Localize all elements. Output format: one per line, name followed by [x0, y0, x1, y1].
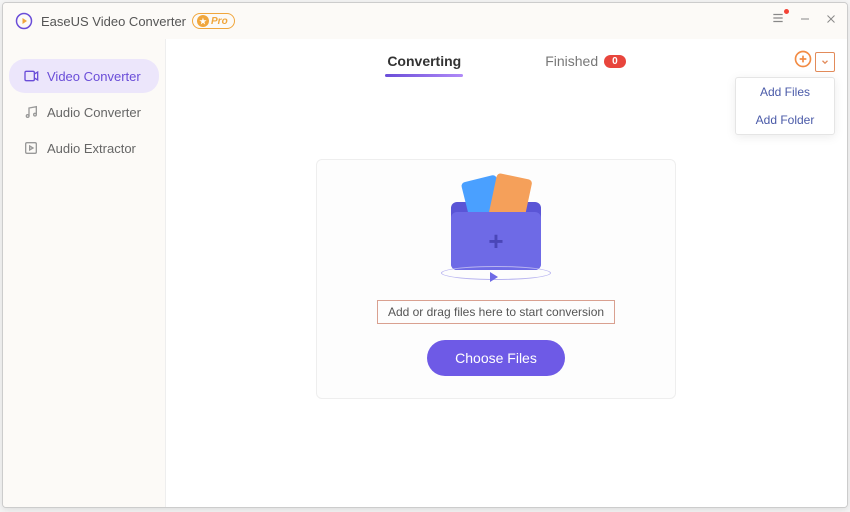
titlebar: EaseUS Video Converter ★ Pro [3, 3, 847, 39]
dropzone-hint: Add or drag files here to start conversi… [377, 300, 615, 324]
tab-label: Converting [387, 53, 461, 69]
menu-icon[interactable] [771, 11, 785, 28]
finished-count-badge: 0 [604, 55, 626, 68]
dropdown-item-add-folder[interactable]: Add Folder [736, 106, 834, 134]
sidebar-item-audio-converter[interactable]: Audio Converter [9, 95, 159, 129]
add-dropdown-menu: Add Files Add Folder [735, 77, 835, 135]
sidebar-item-label: Audio Extractor [47, 141, 136, 156]
sidebar-item-audio-extractor[interactable]: Audio Extractor [9, 131, 159, 165]
tab-converting[interactable]: Converting [385, 43, 463, 79]
body: Video Converter Audio Converter Audio Ex… [3, 39, 847, 507]
notification-dot-icon [784, 9, 789, 14]
app-title: EaseUS Video Converter [41, 14, 186, 29]
tab-label: Finished [545, 53, 598, 69]
pro-label: Pro [211, 16, 228, 27]
video-icon [23, 68, 39, 84]
choose-files-button[interactable]: Choose Files [427, 340, 565, 376]
star-icon: ★ [197, 15, 209, 27]
extract-icon [23, 140, 39, 156]
sidebar: Video Converter Audio Converter Audio Ex… [3, 39, 165, 507]
sidebar-item-video-converter[interactable]: Video Converter [9, 59, 159, 93]
tabs: Converting Finished 0 Add Files Ad [166, 39, 847, 83]
sidebar-item-label: Audio Converter [47, 105, 141, 120]
audio-icon [23, 104, 39, 120]
main-panel: Converting Finished 0 Add Files Ad [165, 39, 847, 507]
sidebar-item-label: Video Converter [47, 69, 141, 84]
pro-badge: ★ Pro [192, 13, 235, 29]
close-button[interactable] [825, 12, 837, 28]
folder-illustration-icon: + [426, 172, 566, 292]
tab-finished[interactable]: Finished 0 [543, 43, 627, 79]
app-window: EaseUS Video Converter ★ Pro Vide [2, 2, 848, 508]
minimize-button[interactable] [799, 12, 811, 28]
titlebar-controls [771, 11, 837, 28]
app-logo-icon [15, 12, 33, 30]
add-dropdown-toggle[interactable] [815, 52, 835, 72]
dropdown-item-add-files[interactable]: Add Files [736, 78, 834, 106]
add-controls [793, 49, 835, 74]
add-button[interactable] [793, 49, 813, 74]
dropzone[interactable]: + Add or drag files here to start conver… [316, 159, 676, 399]
